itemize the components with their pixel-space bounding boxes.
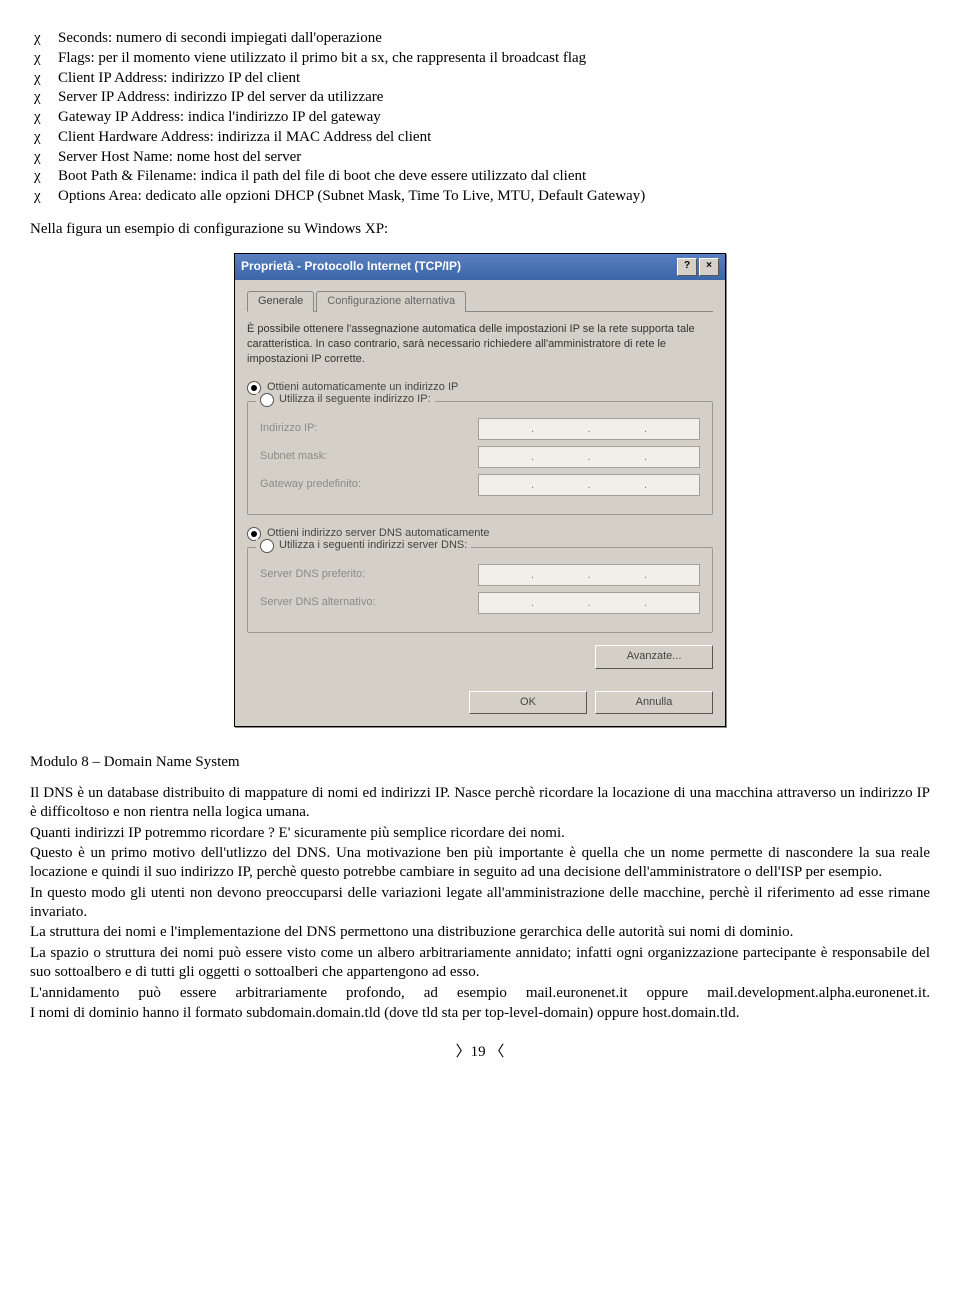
radio-icon	[260, 539, 274, 553]
list-item: Flags: per il momento viene utilizzato i…	[30, 49, 930, 68]
body-paragraph: La struttura dei nomi e l'implementazion…	[30, 923, 930, 942]
list-item: Server IP Address: indirizzo IP del serv…	[30, 88, 930, 107]
radio-icon	[260, 393, 274, 407]
close-button[interactable]: ×	[699, 258, 719, 276]
manual-dns-group: Utilizza i seguenti indirizzi server DNS…	[247, 547, 713, 633]
subnet-mask-input[interactable]: ...	[478, 446, 700, 468]
dns-alternate-input[interactable]: ...	[478, 592, 700, 614]
list-item: Options Area: dedicato alle opzioni DHCP…	[30, 187, 930, 206]
cancel-button[interactable]: Annulla	[595, 691, 713, 715]
list-item: Client Hardware Address: indirizza il MA…	[30, 128, 930, 147]
body-paragraph: In questo modo gli utenti non devono pre…	[30, 884, 930, 922]
gateway-label: Gateway predefinito:	[260, 478, 361, 492]
body-paragraph: La spazio o struttura dei nomi può esser…	[30, 944, 930, 982]
body-paragraph: L'annidamento può essere arbitrariamente…	[30, 984, 930, 1003]
list-item: Gateway IP Address: indica l'indirizzo I…	[30, 108, 930, 127]
list-item: Client IP Address: indirizzo IP del clie…	[30, 69, 930, 88]
page-number: 〉19 〈	[30, 1043, 930, 1062]
advanced-button[interactable]: Avanzate...	[595, 645, 713, 669]
dialog-title: Proprietà - Protocollo Internet (TCP/IP)	[241, 259, 461, 274]
ip-address-input[interactable]: ...	[478, 418, 700, 440]
list-item: Server Host Name: nome host del server	[30, 148, 930, 167]
gateway-input[interactable]: ...	[478, 474, 700, 496]
dhcp-fields-list: Seconds: numero di secondi impiegati dal…	[30, 29, 930, 206]
list-item: Boot Path & Filename: indica il path del…	[30, 167, 930, 186]
ip-address-label: Indirizzo IP:	[260, 422, 317, 436]
tab-alt-config[interactable]: Configurazione alternativa	[316, 291, 466, 313]
body-paragraph: I nomi di dominio hanno il formato subdo…	[30, 1004, 930, 1023]
tcpip-properties-dialog: Proprietà - Protocollo Internet (TCP/IP)…	[234, 253, 726, 728]
body-paragraph: Il DNS è un database distribuito di mapp…	[30, 784, 930, 822]
ok-button[interactable]: OK	[469, 691, 587, 715]
manual-ip-group: Utilizza il seguente indirizzo IP: Indir…	[247, 401, 713, 515]
list-item: Seconds: numero di secondi impiegati dal…	[30, 29, 930, 48]
radio-manual-ip[interactable]: Utilizza il seguente indirizzo IP:	[256, 393, 435, 407]
section-heading: Modulo 8 – Domain Name System	[30, 753, 930, 772]
body-paragraph: Quanti indirizzi IP potremmo ricordare ?…	[30, 824, 930, 843]
figure-caption: Nella figura un esempio di configurazion…	[30, 220, 930, 239]
help-button[interactable]: ?	[677, 258, 697, 276]
dns-alternate-label: Server DNS alternativo:	[260, 596, 376, 610]
radio-label: Utilizza i seguenti indirizzi server DNS…	[279, 539, 467, 553]
dns-preferred-input[interactable]: ...	[478, 564, 700, 586]
tabs: Generale Configurazione alternativa	[247, 290, 713, 313]
tab-general[interactable]: Generale	[247, 291, 314, 313]
radio-label: Utilizza il seguente indirizzo IP:	[279, 393, 431, 407]
dialog-description: È possibile ottenere l'assegnazione auto…	[247, 322, 713, 367]
dns-preferred-label: Server DNS preferito:	[260, 568, 365, 582]
body-paragraph: Questo è un primo motivo dell'utlizzo de…	[30, 844, 930, 882]
radio-manual-dns[interactable]: Utilizza i seguenti indirizzi server DNS…	[256, 539, 471, 553]
titlebar: Proprietà - Protocollo Internet (TCP/IP)…	[235, 254, 725, 280]
subnet-mask-label: Subnet mask:	[260, 450, 327, 464]
